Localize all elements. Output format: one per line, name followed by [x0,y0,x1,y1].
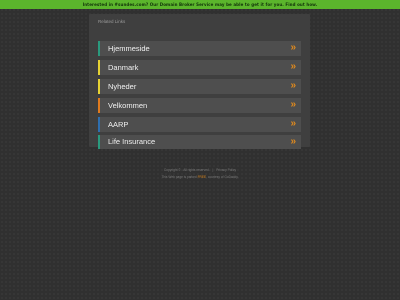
related-link-life-insurance[interactable]: Life Insurance » [98,135,301,149]
footer-copyright-line: Copyright © . All rights reserved. | Pri… [0,168,400,172]
footer-separator: | [212,168,214,172]
privacy-policy-link[interactable]: Privacy Policy [216,168,236,172]
double-chevron-right-icon: » [290,118,296,129]
related-link-danmark[interactable]: Danmark » [98,60,301,75]
double-chevron-right-icon: » [290,99,296,110]
free-link[interactable]: FREE [198,175,207,179]
related-link-nyheder[interactable]: Nyheder » [98,79,301,94]
link-label: Velkommen [108,101,148,110]
parked-text: This Web page is parked [161,175,197,179]
link-label: Life Insurance [108,137,156,146]
link-label: Danmark [108,63,139,72]
related-link-aarp[interactable]: AARP » [98,117,301,132]
link-label: Hjemmeside [108,44,150,53]
double-chevron-right-icon: » [290,61,296,72]
copyright-text: Copyright © . All rights reserved. [163,168,210,172]
double-chevron-right-icon: » [290,42,296,53]
related-link-hjemmeside[interactable]: Hjemmeside » [98,41,301,56]
double-chevron-right-icon: » [290,136,296,147]
link-label: Nyheder [108,82,137,91]
link-label: AARP [108,120,129,129]
panel-title: Related Links [98,19,126,24]
domain-broker-banner[interactable]: Interested in #sundes.com? Our Domain Br… [0,0,400,9]
related-links-panel: Related Links Hjemmeside » Danmark » Nyh… [89,14,310,149]
footer-parked-line: This Web page is parked FREE, courtesy o… [0,175,400,179]
courtesy-text: , courtesy of GoDaddy. [206,175,239,179]
related-link-velkommen[interactable]: Velkommen » [98,98,301,113]
double-chevron-right-icon: » [290,80,296,91]
